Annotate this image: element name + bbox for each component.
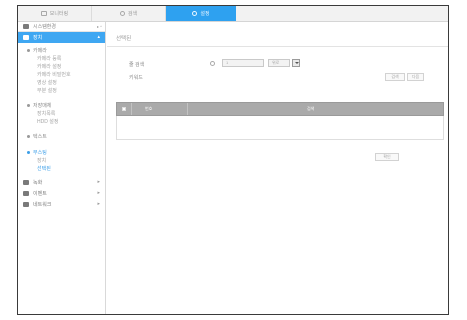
chevron-right-icon: ▸ [97,179,100,185]
sidebar-group-record[interactable]: 녹화 ▸ [18,177,105,188]
top-tab-bar: 모니터링 검색 설정 [18,6,448,22]
sidebar-group-event[interactable]: 이벤트 ▸ [18,188,105,199]
sidebar-section-label: 텍스트 [33,134,47,140]
column-divider [131,103,132,115]
tab-search[interactable]: 검색 [92,6,166,21]
column-header-number[interactable]: 번호 [145,106,152,112]
sidebar-section-label: 저장매체 [33,103,52,109]
sidebar-group-label: 이벤트 [33,191,47,197]
sidebar: 시스템환경 ▸ ^ 장치 ▴ 카메라 카메라 등록 카메라 설정 카메라 비밀번… [18,22,106,314]
sidebar-subitem[interactable]: 영상 설정 [18,79,105,87]
sidebar-subitem[interactable]: 장치 [18,157,105,165]
search-icon [119,11,125,16]
sidebar-section-label: 카메라 [33,48,47,54]
sidebar-subitem[interactable]: 카메라 비밀번호 [18,71,105,79]
sidebar-subitem[interactable]: 카메라 설정 [18,63,105,71]
bullet-icon [27,135,30,138]
chevron-down-icon[interactable] [292,59,300,67]
chevron-up-icon: ▴ [97,34,100,40]
tab-monitoring-label: 모니터링 [49,11,69,17]
tab-monitoring[interactable]: 모니터링 [18,6,92,21]
tab-search-label: 검색 [127,11,138,17]
gear-icon [192,11,198,16]
sidebar-item-device[interactable]: 장치 ▴ [18,32,105,43]
page-title: 선택된 [116,36,132,42]
sidebar-group-label: 녹화 [33,180,43,186]
sidebar-subitem[interactable]: 카메라 등록 [18,55,105,63]
chevron-right-icon: ▸ [97,201,100,207]
unit-select[interactable]: 위로 [268,59,290,67]
bullet-icon [27,151,30,154]
sidebar-section-camera[interactable]: 카메라 [18,46,105,55]
title-divider [107,46,448,47]
network-icon [23,202,29,207]
bullet-icon [27,49,30,52]
chevron-right-icon: ▸ [97,190,100,196]
tools-icon [23,24,29,29]
collapse-arrows-icon[interactable]: ▸ ^ [97,24,102,29]
device-icon [23,35,29,40]
sidebar-item-device-label: 장치 [33,35,43,41]
sidebar-subitem-selected[interactable]: 선택된 [18,165,105,173]
bullet-icon [27,104,30,107]
monitor-icon [40,11,47,16]
sidebar-section-text[interactable]: 텍스트 [18,132,105,141]
sidebar-subitem[interactable]: 장치목록 [18,110,105,118]
column-divider [187,103,188,115]
record-icon [23,180,29,185]
apply-button[interactable]: 확인 [375,153,399,161]
sidebar-section-storage[interactable]: 저장매체 [18,101,105,110]
sidebar-subitem[interactable]: HDD 설정 [18,118,105,126]
tab-settings-label: 설정 [200,11,210,17]
main-panel: 선택된 줄 검색 1 위로 키워드 검색 다음 번호 검색 확인 [107,22,448,314]
next-button[interactable]: 다음 [407,73,424,81]
sidebar-item-system[interactable]: 시스템환경 ▸ ^ [18,22,105,32]
app-window: 모니터링 검색 설정 시스템환경 ▸ ^ 장치 ▴ 카메라 카메라 등록 카메라… [17,5,449,315]
table-header: 번호 검색 [116,102,444,116]
field2-label: 키워드 [129,75,143,81]
search-button[interactable]: 검색 [385,73,405,81]
tab-settings[interactable]: 설정 [166,6,236,21]
field1-radio[interactable] [210,61,215,66]
sidebar-group-label: 네트워크 [33,202,52,208]
sidebar-subitem[interactable]: 부분 설정 [18,87,105,95]
event-icon [23,191,29,196]
field1-input[interactable]: 1 [222,59,264,67]
sidebar-section-boosting[interactable]: 부스팅 [18,148,105,157]
sidebar-section-label: 부스팅 [33,150,47,156]
table-body [116,116,444,140]
sidebar-group-network[interactable]: 네트워크 ▸ [18,199,105,210]
field1-label: 줄 검색 [129,62,145,68]
sidebar-item-system-label: 시스템환경 [33,24,57,30]
column-header-search[interactable]: 검색 [307,106,314,112]
select-all-checkbox[interactable] [122,107,126,111]
